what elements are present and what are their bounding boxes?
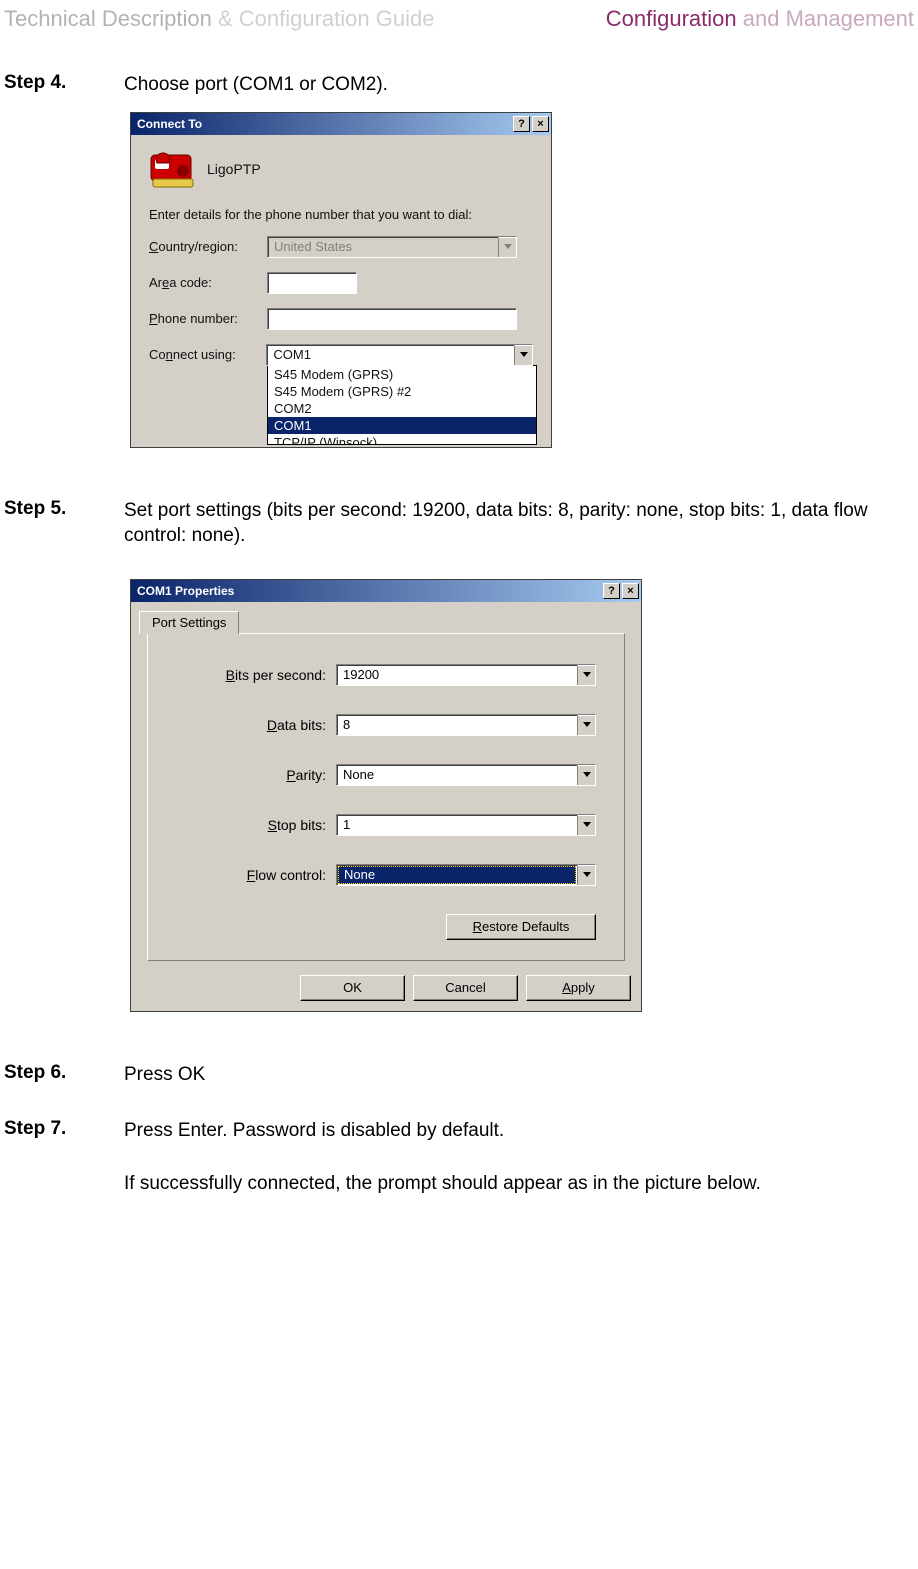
bps-value: 19200 xyxy=(337,667,577,682)
parity-row: Parity: None xyxy=(176,764,596,786)
tab-panel-port-settings: Bits per second: 19200 Data bits: 8 Pari… xyxy=(147,633,625,961)
com1-titlebar[interactable]: COM1 Properties ? × xyxy=(131,580,641,602)
header-left-b: & Configuration Guide xyxy=(212,6,435,31)
stopbits-combo[interactable]: 1 xyxy=(336,814,596,836)
connect-using-dropdown[interactable]: S45 Modem (GPRS) S45 Modem (GPRS) #2 COM… xyxy=(267,365,537,445)
connection-name: LigoPTP xyxy=(207,161,261,177)
page-header: Technical Description & Configuration Gu… xyxy=(0,0,918,52)
flow-combo[interactable]: None xyxy=(336,864,596,886)
area-row: Area code: xyxy=(149,272,533,294)
step-5-text: Set port settings (bits per second: 1920… xyxy=(124,498,914,549)
connect-to-title: Connect To xyxy=(137,117,202,131)
stopbits-value: 1 xyxy=(337,817,577,832)
header-left-a: Technical Description xyxy=(4,6,212,31)
chevron-down-icon[interactable] xyxy=(577,665,595,685)
connected-note: If successfully connected, the prompt sh… xyxy=(120,1153,918,1205)
country-combo: United States xyxy=(267,236,517,258)
option-com2[interactable]: COM2 xyxy=(268,400,536,417)
chevron-down-icon[interactable] xyxy=(514,345,532,365)
databits-combo[interactable]: 8 xyxy=(336,714,596,736)
country-label: ountry/region: xyxy=(158,239,238,254)
parity-value: None xyxy=(337,767,577,782)
chevron-down-icon xyxy=(498,237,516,257)
flow-value: None xyxy=(338,866,576,884)
instruction-text: Enter details for the phone number that … xyxy=(149,207,533,222)
step-7-row: Step 7. Press Enter. Password is disable… xyxy=(0,1098,918,1154)
step-5-label: Step 5. xyxy=(4,498,124,520)
phone-row: Phone number: xyxy=(149,308,533,330)
connect-using-row: Connect using: COM1 xyxy=(149,344,533,366)
connect-using-combo[interactable]: COM1 xyxy=(266,344,533,366)
step-4-text: Choose port (COM1 or COM2). xyxy=(124,72,914,98)
connect-to-titlebar[interactable]: Connect To ? × xyxy=(131,113,551,135)
option-s45-modem-gprs-2[interactable]: S45 Modem (GPRS) #2 xyxy=(268,383,536,400)
chevron-down-icon[interactable] xyxy=(577,715,595,735)
connect-using-value: COM1 xyxy=(267,347,514,362)
flow-row: Flow control: None xyxy=(176,864,596,886)
close-button[interactable]: × xyxy=(532,116,549,132)
com1-title: COM1 Properties xyxy=(137,584,234,598)
step-5-row: Step 5. Set port settings (bits per seco… xyxy=(0,478,918,559)
area-code-field[interactable] xyxy=(267,272,357,294)
phone-icon xyxy=(149,149,197,189)
header-left: Technical Description & Configuration Gu… xyxy=(4,6,434,32)
step-6-label: Step 6. xyxy=(4,1062,124,1084)
apply-button[interactable]: Apply xyxy=(526,975,631,1001)
stopbits-row: Stop bits: 1 xyxy=(176,814,596,836)
ok-button[interactable]: OK xyxy=(300,975,405,1001)
connect-to-dialog: Connect To ? × LigoPTP Enter details for… xyxy=(130,112,552,448)
header-right: Configuration and Management xyxy=(606,6,914,32)
help-button[interactable]: ? xyxy=(603,583,620,599)
com1-properties-dialog: COM1 Properties ? × Port Settings Bits p… xyxy=(130,579,642,1012)
bps-row: Bits per second: 19200 xyxy=(176,664,596,686)
chevron-down-icon[interactable] xyxy=(577,815,595,835)
step-7-text: Press Enter. Password is disabled by def… xyxy=(124,1118,914,1144)
bps-combo[interactable]: 19200 xyxy=(336,664,596,686)
databits-value: 8 xyxy=(337,717,577,732)
cancel-button[interactable]: Cancel xyxy=(413,975,518,1001)
step-6-text: Press OK xyxy=(124,1062,914,1088)
chevron-down-icon[interactable] xyxy=(577,765,595,785)
chevron-down-icon[interactable] xyxy=(577,865,595,885)
option-s45-modem-gprs[interactable]: S45 Modem (GPRS) xyxy=(268,366,536,383)
header-right-b: and Management xyxy=(737,6,914,31)
close-button[interactable]: × xyxy=(622,583,639,599)
phone-number-field[interactable] xyxy=(267,308,517,330)
step-7-label: Step 7. xyxy=(4,1118,124,1140)
header-right-a: Configuration xyxy=(606,6,737,31)
step-4-label: Step 4. xyxy=(4,72,124,94)
option-tcpip-winsock[interactable]: TCP/IP (Winsock) xyxy=(268,434,536,444)
restore-defaults-button[interactable]: Restore Defaults xyxy=(446,914,596,940)
help-button[interactable]: ? xyxy=(513,116,530,132)
option-com1[interactable]: COM1 xyxy=(268,417,536,434)
step-6-row: Step 6. Press OK xyxy=(0,1042,918,1098)
tab-port-settings[interactable]: Port Settings xyxy=(139,611,239,634)
databits-row: Data bits: 8 xyxy=(176,714,596,736)
step-4-row: Step 4. Choose port (COM1 or COM2). xyxy=(0,52,918,108)
country-value: United States xyxy=(268,239,498,254)
parity-combo[interactable]: None xyxy=(336,764,596,786)
country-row: Country/region: United States xyxy=(149,236,533,258)
